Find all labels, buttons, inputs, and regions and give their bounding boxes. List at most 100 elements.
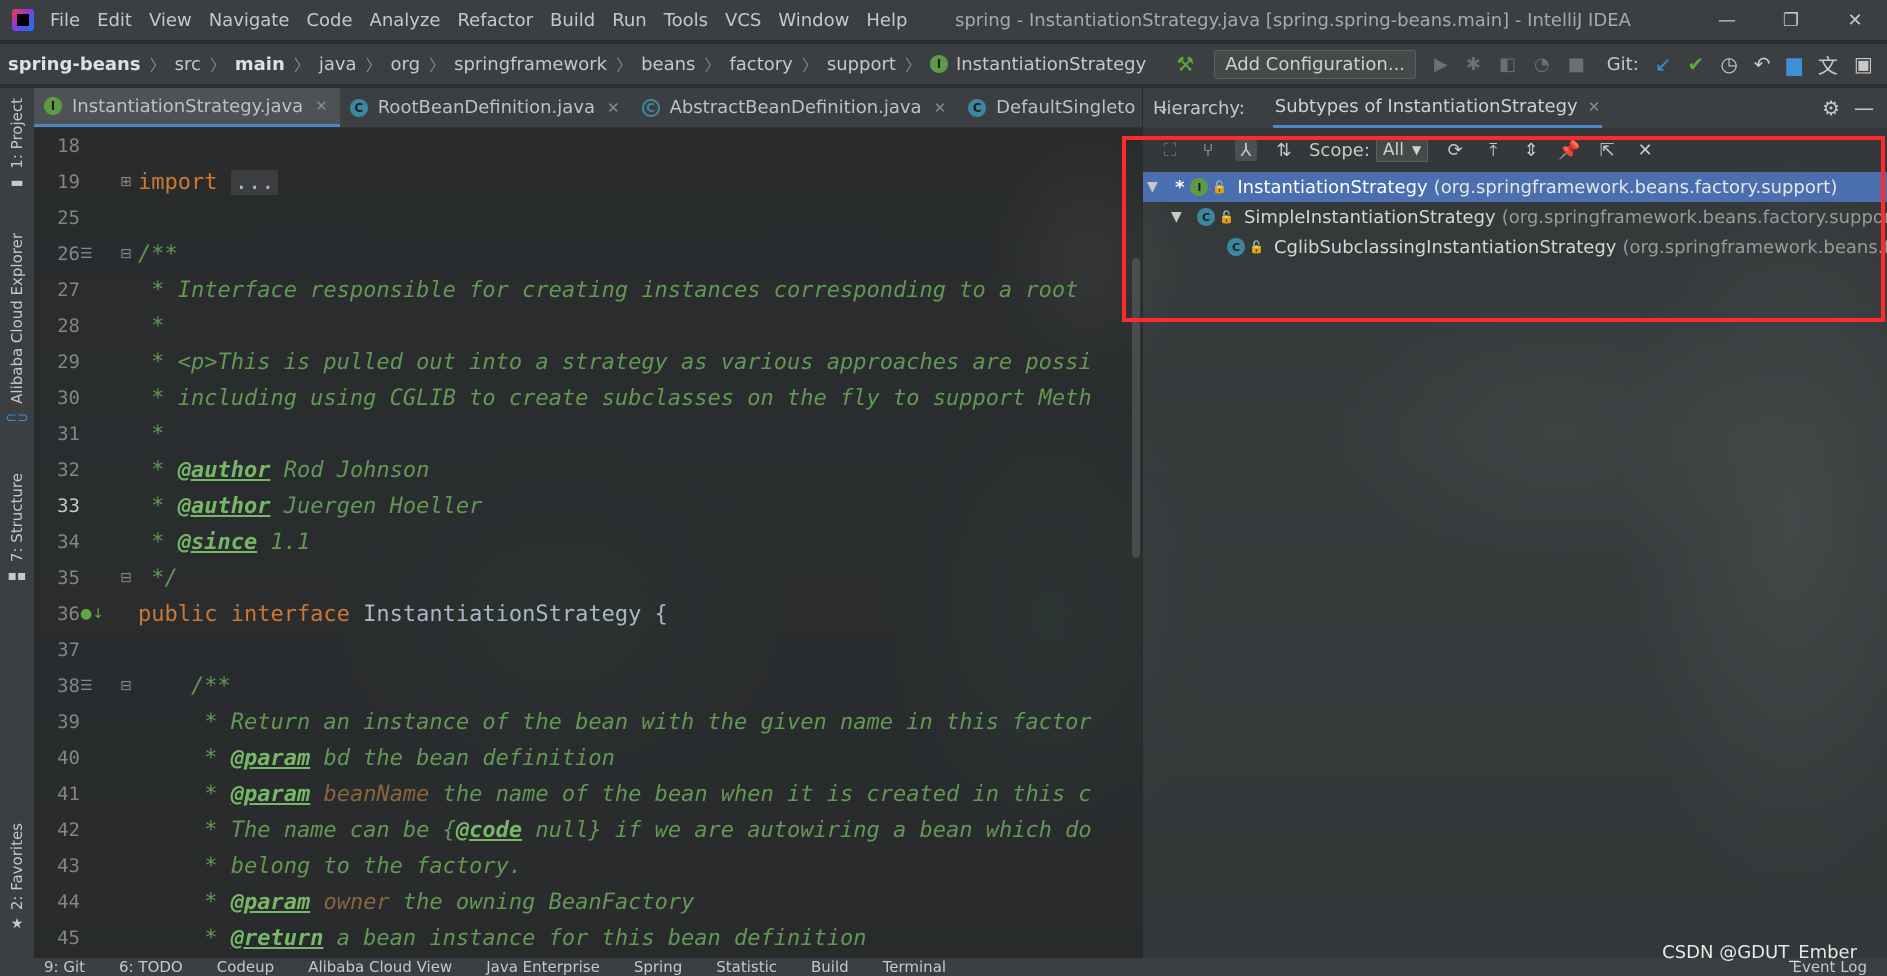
tool-git[interactable]: 9: Git — [44, 958, 85, 976]
run-icon[interactable]: ▶ — [1434, 54, 1448, 75]
expand-arrow-icon[interactable]: ▼ — [1171, 209, 1189, 225]
rendered-doc-icon[interactable]: ☰ — [80, 246, 93, 262]
breadcrumb-item[interactable]: java 〉 — [319, 52, 391, 76]
fold-end-icon[interactable]: ⊟ — [120, 570, 132, 586]
history-icon[interactable]: ◷ — [1720, 52, 1737, 76]
close-tab-icon[interactable]: ✕ — [934, 99, 947, 117]
menu-edit[interactable]: Edit — [97, 10, 132, 31]
menu-analyze[interactable]: Analyze — [370, 10, 441, 31]
menu-view[interactable]: View — [149, 10, 192, 31]
fold-plus-icon[interactable]: ⊞ — [120, 174, 132, 190]
code-text: /** — [138, 673, 231, 699]
presentation-icon[interactable]: ▣ — [1854, 52, 1873, 76]
scope-select[interactable]: All ▼ — [1375, 138, 1429, 162]
breadcrumb-item[interactable]: beans 〉 — [641, 52, 729, 76]
tool-alibaba-cloud-view[interactable]: Alibaba Cloud View — [308, 958, 452, 976]
sort-alphabetically-icon[interactable]: ⇅ — [1273, 140, 1295, 161]
breadcrumb-item[interactable]: spring-beans 〉 — [8, 52, 175, 76]
code-line: 30 * including using CGLIB to create sub… — [34, 380, 1142, 416]
editor-tab[interactable]: C DefaultSingleto — [958, 88, 1147, 127]
breadcrumb-item[interactable]: springframework 〉 — [454, 52, 641, 76]
project-structure-icon[interactable]: ▆ — [1787, 52, 1802, 76]
project-tool-tab[interactable]: 1: Project ▬ — [4, 98, 30, 191]
breadcrumb-item[interactable]: main 〉 — [235, 52, 319, 76]
menu-help[interactable]: Help — [866, 10, 907, 31]
menu-build[interactable]: Build — [550, 10, 595, 31]
supertypes-hierarchy-icon[interactable]: ⑂ — [1197, 140, 1219, 161]
breadcrumb-item[interactable]: factory 〉 — [729, 52, 826, 76]
structure-tool-tab[interactable]: 7: Structure ▪▪ — [4, 473, 30, 584]
coverage-icon[interactable]: ◧ — [1499, 54, 1516, 75]
git-update-icon[interactable]: ↙ — [1655, 52, 1672, 76]
profile-icon[interactable]: ◔ — [1534, 54, 1550, 75]
debug-icon[interactable]: ✱ — [1466, 54, 1481, 75]
breadcrumb-item[interactable]: org 〉 — [391, 52, 455, 76]
code-text: * @author Rod Johnson — [138, 457, 430, 483]
code-line: 32 * @author Rod Johnson — [34, 452, 1142, 488]
rendered-doc-icon[interactable]: ☰ — [80, 678, 93, 694]
menu-run[interactable]: Run — [612, 10, 647, 31]
folder-icon: ▬ — [10, 174, 24, 191]
build-hammer-icon[interactable]: ⚒ — [1176, 52, 1194, 76]
tool-java-enterprise[interactable]: Java Enterprise — [486, 958, 600, 976]
tool-statistic[interactable]: Statistic — [716, 958, 777, 976]
minimize-button[interactable]: — — [1695, 0, 1759, 40]
editor-scrollbar[interactable] — [1132, 258, 1140, 558]
code-text: * @author Juergen Hoeller — [138, 493, 483, 519]
alibaba-cloud-explorer-tab[interactable]: Alibaba Cloud Explorer ⊂⊃ — [4, 233, 30, 426]
menu-window[interactable]: Window — [778, 10, 849, 31]
fold-minus-icon[interactable]: ⊟ — [120, 246, 132, 262]
expand-all-icon[interactable]: ⇕ — [1520, 140, 1542, 161]
implemented-by-icon[interactable]: ●↓ — [80, 606, 104, 622]
close-icon[interactable]: ✕ — [1634, 140, 1656, 161]
base-on-this-class-icon[interactable]: ⤒ — [1482, 140, 1504, 161]
close-tab-icon[interactable]: ✕ — [607, 99, 620, 117]
tool-todo[interactable]: 6: TODO — [119, 958, 183, 976]
subtypes-hierarchy-icon[interactable]: ⅄ — [1235, 139, 1257, 161]
tab-subtypes-hierarchy[interactable]: Subtypes of InstantiationStrategy ✕ — [1272, 88, 1603, 128]
menu-navigate[interactable]: Navigate — [209, 10, 290, 31]
git-commit-icon[interactable]: ✔ — [1688, 52, 1705, 76]
chevron-right-icon: 〉 — [149, 56, 166, 75]
refresh-icon[interactable]: ⟳ — [1444, 140, 1466, 161]
menu-bar: File Edit View Navigate Code Analyze Ref… — [0, 0, 1887, 40]
tree-node-instantiation-strategy[interactable]: ▼ * I 🔓 InstantiationStrategy (org.sprin… — [1143, 172, 1887, 202]
tree-node-cglib-subclassing-instantiation-strategy[interactable]: C 🔓 CglibSubclassingInstantiationStrateg… — [1227, 232, 1887, 262]
editor-tab[interactable]: I InstantiationStrategy.java ✕ — [34, 88, 340, 127]
code-editor[interactable]: 18 19 ⊞ import ... 25 26 ☰ ⊟ /** 27 * In… — [34, 128, 1142, 958]
code-text: * belong to the factory. — [138, 853, 523, 879]
breadcrumb-item[interactable]: I InstantiationStrategy — [929, 54, 1146, 75]
translate-icon[interactable]: 文 — [1818, 50, 1838, 79]
menu-file[interactable]: File — [50, 10, 80, 31]
close-tab-icon[interactable]: ✕ — [315, 97, 328, 115]
tool-build[interactable]: Build — [811, 958, 849, 976]
expand-arrow-icon[interactable]: ▼ — [1147, 179, 1165, 195]
tool-terminal[interactable]: Terminal — [883, 958, 946, 976]
type-hierarchy-icon[interactable]: ⛶ — [1159, 140, 1181, 161]
tool-codeup[interactable]: Codeup — [217, 958, 274, 976]
breadcrumb-item[interactable]: support 〉 — [827, 52, 930, 76]
tree-node-simple-instantiation-strategy[interactable]: ▼ C 🔓 SimpleInstantiationStrategy (org.s… — [1171, 202, 1887, 232]
menu-refactor[interactable]: Refactor — [457, 10, 533, 31]
pin-icon[interactable]: 📌 — [1558, 140, 1580, 161]
close-window-button[interactable]: ✕ — [1823, 0, 1887, 40]
tool-spring[interactable]: Spring — [634, 958, 682, 976]
menu-code[interactable]: Code — [306, 10, 352, 31]
rollback-icon[interactable]: ↶ — [1754, 52, 1771, 76]
menu-tools[interactable]: Tools — [664, 10, 708, 31]
gear-icon[interactable]: ⚙ — [1822, 96, 1840, 120]
breadcrumb-item[interactable]: src 〉 — [175, 52, 235, 76]
close-tab-icon[interactable]: ✕ — [1588, 98, 1601, 116]
favorites-tool-tab[interactable]: 2: Favorites ★ — [4, 823, 30, 932]
chevron-down-icon[interactable]: ⌄ — [1147, 88, 1178, 127]
stop-icon[interactable]: ■ — [1568, 54, 1585, 75]
minimize-panel-icon[interactable]: — — [1854, 96, 1874, 120]
open-in-new-icon[interactable]: ⇱ — [1596, 140, 1618, 161]
editor-tab[interactable]: C AbstractBeanDefinition.java ✕ — [632, 88, 959, 127]
menu-vcs[interactable]: VCS — [725, 10, 761, 31]
add-configuration-button[interactable]: Add Configuration... — [1214, 49, 1417, 79]
restore-button[interactable]: ❐ — [1759, 0, 1823, 40]
fold-minus-icon[interactable]: ⊟ — [120, 678, 132, 694]
code-text: * @return a bean instance for this bean … — [138, 925, 867, 951]
editor-tab[interactable]: C RootBeanDefinition.java ✕ — [340, 88, 632, 127]
